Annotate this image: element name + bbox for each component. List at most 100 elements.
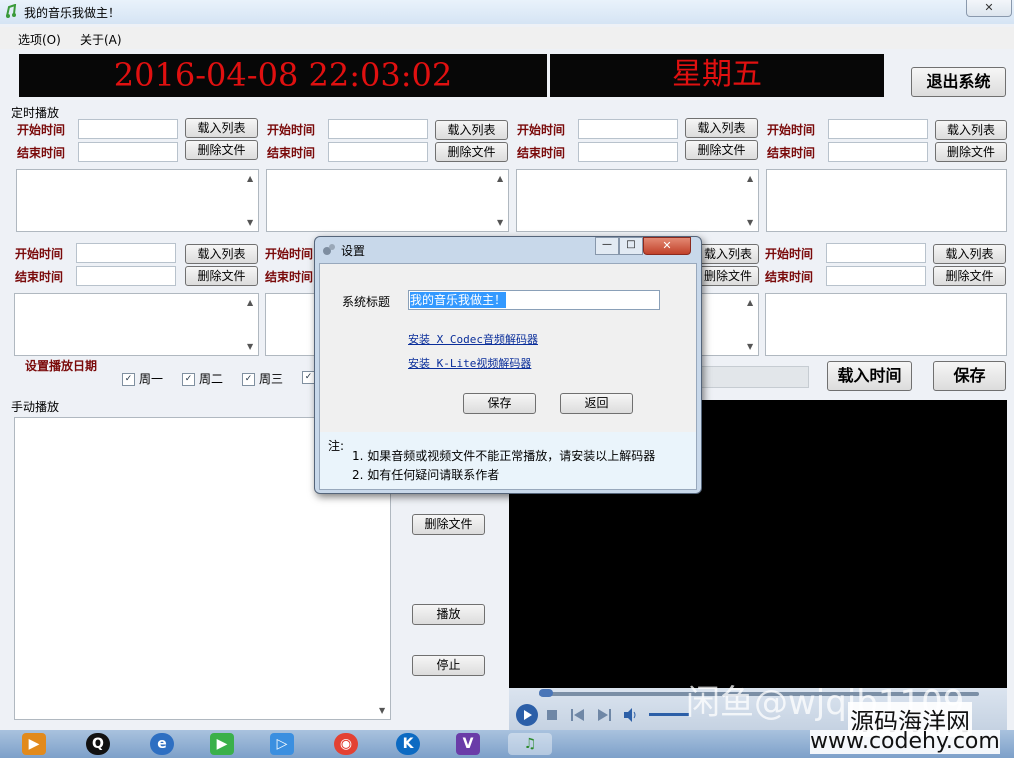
start-time-label: 开始时间 <box>767 123 816 137</box>
dialog-back-button[interactable]: 返回 <box>560 393 633 414</box>
end-time-field[interactable] <box>578 142 678 162</box>
exit-button[interactable]: 退出系统 <box>911 67 1006 97</box>
scrollbar[interactable]: ▲ ▼ <box>492 170 508 231</box>
next-icon[interactable] <box>597 709 611 721</box>
load-time-button[interactable]: 载入时间 <box>827 361 912 391</box>
kugou-icon[interactable]: K <box>396 733 420 755</box>
weekday-label: 周三 <box>259 372 284 386</box>
delete-file-button[interactable]: 删除文件 <box>697 266 759 286</box>
end-time-field[interactable] <box>78 142 178 162</box>
check-icon: ✓ <box>182 373 195 386</box>
volume-icon[interactable] <box>623 708 639 722</box>
end-time-label: 结束时间 <box>517 146 566 160</box>
end-time-field[interactable] <box>826 266 926 286</box>
stop-button[interactable]: 停止 <box>412 655 485 676</box>
end-time-label: 结束时间 <box>17 146 66 160</box>
play-icon[interactable] <box>515 703 539 727</box>
weekday-checkbox-mon[interactable]: ✓ 周一 <box>122 370 163 387</box>
datetime-display: 2016-04-08 22:03:02 <box>19 54 547 97</box>
player-icon[interactable]: ▶ <box>210 733 234 755</box>
save-schedule-button[interactable]: 保存 <box>933 361 1006 391</box>
start-time-field[interactable] <box>76 243 176 263</box>
progress-bar <box>700 366 809 388</box>
delete-file-button[interactable]: 删除文件 <box>185 140 258 160</box>
minimize-icon[interactable]: — <box>595 237 619 255</box>
menu-options[interactable]: 选项(O) <box>18 31 61 48</box>
delete-file-button[interactable]: 删除文件 <box>435 142 508 162</box>
playlist-box[interactable]: ▲ ▼ <box>16 169 259 232</box>
media-app-icon[interactable]: ▶ <box>22 733 46 755</box>
playlist-box[interactable] <box>265 293 315 356</box>
load-list-button[interactable]: 载入列表 <box>185 118 258 138</box>
load-list-button[interactable]: 载入列表 <box>685 118 758 138</box>
scrollbar[interactable]: ▲ ▼ <box>742 294 758 355</box>
install-xcodec-link[interactable]: 安装 X Codec音频解码器 <box>408 331 538 347</box>
ie-icon[interactable]: e <box>150 733 174 755</box>
play-date-label: 设置播放日期 <box>25 359 98 373</box>
end-time-field[interactable] <box>828 142 928 162</box>
weekday-checkbox-tue[interactable]: ✓ 周二 <box>182 370 223 387</box>
note-line-1: 1. 如果音频或视频文件不能正常播放，请安装以上解码器 <box>352 449 656 463</box>
weekday-label: 周一 <box>139 372 164 386</box>
start-time-field[interactable] <box>578 119 678 139</box>
settings-dialog: 设置 — □ ✕ 系统标题 我的音乐我做主！ 安装 X Codec音频解码器 安… <box>314 236 702 494</box>
dialog-save-button[interactable]: 保存 <box>463 393 536 414</box>
delete-file-button[interactable]: 删除文件 <box>185 266 258 286</box>
dialog-note-panel: 注: 1. 如果音频或视频文件不能正常播放，请安装以上解码器 2. 如有任何疑问… <box>320 432 696 489</box>
end-time-field[interactable] <box>328 142 428 162</box>
playlist-box[interactable]: ▲ ▼ <box>266 169 509 232</box>
menu-bar: 选项(O) 关于(A) <box>0 27 1014 49</box>
playlist-box[interactable]: ▲ ▼ <box>14 293 259 356</box>
prev-icon[interactable] <box>571 709 585 721</box>
play-button[interactable]: 播放 <box>412 604 485 625</box>
check-icon: ✓ <box>242 373 255 386</box>
player2-icon[interactable]: ▷ <box>270 733 294 755</box>
app-music-icon[interactable]: ♫ <box>508 733 552 755</box>
system-title-input[interactable]: 我的音乐我做主！ <box>408 290 660 310</box>
delete-file-button[interactable]: 删除文件 <box>935 142 1007 162</box>
playlist-box[interactable] <box>766 169 1007 232</box>
start-time-label: 开始时间 <box>15 247 64 261</box>
delete-file-button[interactable]: 删除文件 <box>685 140 758 160</box>
title-bar: 我的音乐我做主！ ✕ <box>0 0 1014 24</box>
start-time-field[interactable] <box>826 243 926 263</box>
menu-about[interactable]: 关于(A) <box>80 31 122 48</box>
scrollbar[interactable]: ▲ ▼ <box>242 170 258 231</box>
qq-icon[interactable]: Q <box>86 733 110 755</box>
maximize-icon[interactable]: □ <box>619 237 643 255</box>
close-icon[interactable]: ✕ <box>966 0 1012 17</box>
playlist-box[interactable]: ▲ ▼ <box>700 293 759 356</box>
delete-file-button[interactable]: 删除文件 <box>933 266 1006 286</box>
start-time-label: 开始时间 <box>765 247 814 261</box>
load-list-button[interactable]: 载入列表 <box>933 244 1006 264</box>
load-list-button[interactable]: 载入列表 <box>697 244 759 264</box>
scrollbar[interactable]: ▲ ▼ <box>242 294 258 355</box>
manual-delete-button[interactable]: 删除文件 <box>412 514 485 535</box>
start-time-label: 开始时间 <box>265 247 314 261</box>
end-time-field[interactable] <box>76 266 176 286</box>
app-music-icon <box>6 4 17 18</box>
manual-section-label: 手动播放 <box>11 400 60 414</box>
start-time-field[interactable] <box>828 119 928 139</box>
load-list-button[interactable]: 载入列表 <box>935 120 1007 140</box>
weekday-checkbox-wed[interactable]: ✓ 周三 <box>242 370 283 387</box>
scrollbar[interactable]: ▲ ▼ <box>742 170 758 231</box>
note-label: 注: <box>328 439 345 453</box>
playlist-box[interactable] <box>765 293 1007 356</box>
start-time-field[interactable] <box>78 119 178 139</box>
install-klite-link[interactable]: 安装 K-Lite视频解码器 <box>408 355 531 371</box>
playlist-box[interactable]: ▲ ▼ <box>516 169 759 232</box>
window-title: 我的音乐我做主！ <box>24 6 121 20</box>
dialog-title: 设置 <box>341 244 366 258</box>
start-time-field[interactable] <box>328 119 428 139</box>
load-list-button[interactable]: 载入列表 <box>435 120 508 140</box>
chrome-icon[interactable]: ◉ <box>334 733 358 755</box>
load-list-button[interactable]: 载入列表 <box>185 244 258 264</box>
seek-thumb[interactable] <box>539 689 553 697</box>
stop-icon[interactable] <box>547 710 557 720</box>
volume-slider[interactable] <box>649 713 689 716</box>
dialog-close-icon[interactable]: ✕ <box>643 237 691 255</box>
visual-studio-icon[interactable]: V <box>456 733 480 755</box>
end-time-label: 结束时间 <box>765 270 814 284</box>
end-time-label: 结束时间 <box>767 146 816 160</box>
